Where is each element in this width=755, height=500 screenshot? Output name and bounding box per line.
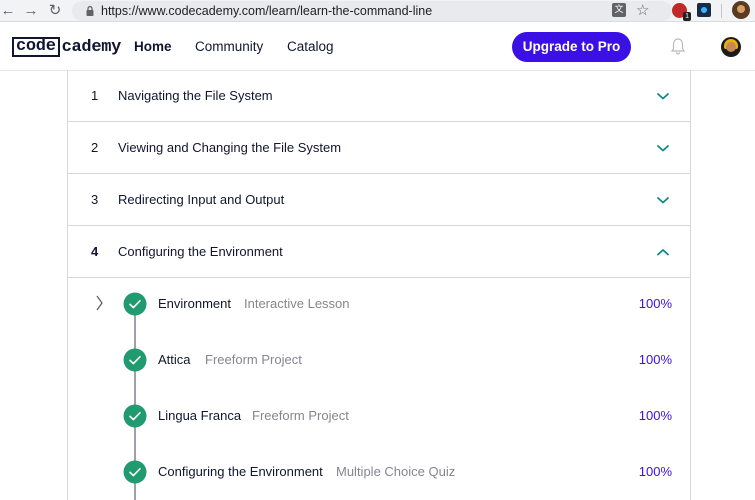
lesson-type: Freeform Project xyxy=(252,408,349,423)
extension-icon[interactable]: 1 xyxy=(672,3,691,21)
lesson-title: Attica xyxy=(158,352,191,367)
check-icon xyxy=(123,348,147,372)
module-title: Configuring the Environment xyxy=(118,244,283,259)
site-header: code cademy Home Community Catalog Upgra… xyxy=(0,23,755,71)
logo-code: code xyxy=(12,37,60,57)
bell-icon[interactable] xyxy=(670,37,686,57)
lock-icon xyxy=(86,6,94,16)
lesson-item[interactable]: Attica Freeform Project 100% xyxy=(68,332,690,388)
lesson-title: Environment xyxy=(158,296,231,311)
module-number: 4 xyxy=(91,244,99,259)
module-number: 3 xyxy=(91,192,99,207)
lesson-progress: 100% xyxy=(638,296,672,311)
star-icon[interactable]: ☆ xyxy=(636,0,649,21)
lesson-item[interactable]: Lingua Franca Freeform Project 100% xyxy=(68,388,690,444)
module-title: Viewing and Changing the File System xyxy=(118,140,342,155)
logo-cademy: cademy xyxy=(61,37,122,57)
nav-home[interactable]: Home xyxy=(134,37,172,57)
lesson-item[interactable]: Configuring the Environment Multiple Cho… xyxy=(68,444,690,500)
lesson-title: Configuring the Environment xyxy=(158,464,323,479)
extension-badge: 1 xyxy=(683,12,691,21)
profile-avatar[interactable] xyxy=(732,1,750,19)
lesson-progress: 100% xyxy=(638,464,672,479)
lesson-progress: 100% xyxy=(638,352,672,367)
check-icon xyxy=(123,460,147,484)
module-row[interactable]: 2 Viewing and Changing the File System xyxy=(68,122,690,174)
codecademy-logo[interactable]: code cademy xyxy=(12,36,121,58)
module-row[interactable]: 1 Navigating the File System xyxy=(68,70,690,122)
module-row[interactable]: 3 Redirecting Input and Output xyxy=(68,174,690,226)
module-title: Redirecting Input and Output xyxy=(118,192,285,207)
translate-icon[interactable]: 文 xyxy=(612,3,626,17)
check-icon xyxy=(123,292,147,316)
browser-toolbar: ← → ↻ https://www.codecademy.com/learn/l… xyxy=(0,0,755,22)
lesson-type: Freeform Project xyxy=(205,352,302,367)
extension-icon[interactable] xyxy=(697,3,711,17)
forward-icon[interactable]: → xyxy=(23,1,39,21)
user-avatar[interactable] xyxy=(721,37,741,57)
lesson-type: Interactive Lesson xyxy=(244,296,350,311)
chevron-down-icon[interactable] xyxy=(656,193,670,207)
check-icon xyxy=(123,404,147,428)
back-icon[interactable]: ← xyxy=(0,1,16,21)
nav-catalog[interactable]: Catalog xyxy=(287,37,334,57)
lesson-item[interactable]: Environment Interactive Lesson 100% xyxy=(68,276,690,332)
lesson-list: Environment Interactive Lesson 100% Atti… xyxy=(68,276,690,500)
reload-icon[interactable]: ↻ xyxy=(47,1,63,21)
upgrade-to-pro-button[interactable]: Upgrade to Pro xyxy=(512,32,631,62)
nav-community[interactable]: Community xyxy=(195,37,263,57)
chevron-right-icon[interactable] xyxy=(94,293,104,313)
chevron-up-icon[interactable] xyxy=(656,245,670,259)
lesson-type: Multiple Choice Quiz xyxy=(336,464,456,479)
module-title: Navigating the File System xyxy=(118,88,273,103)
module-number: 1 xyxy=(91,88,99,103)
address-bar[interactable]: https://www.codecademy.com/learn/learn-t… xyxy=(72,1,672,21)
course-syllabus: 1 Navigating the File System 2 Viewing a… xyxy=(67,70,691,500)
chevron-down-icon[interactable] xyxy=(656,141,670,155)
toolbar-divider xyxy=(721,4,722,18)
module-row-expanded[interactable]: 4 Configuring the Environment xyxy=(68,226,690,278)
lesson-title: Lingua Franca xyxy=(158,408,242,423)
module-number: 2 xyxy=(91,140,99,155)
chevron-down-icon[interactable] xyxy=(656,89,670,103)
url-text: https://www.codecademy.com/learn/learn-t… xyxy=(101,4,433,18)
lesson-progress: 100% xyxy=(638,408,672,423)
